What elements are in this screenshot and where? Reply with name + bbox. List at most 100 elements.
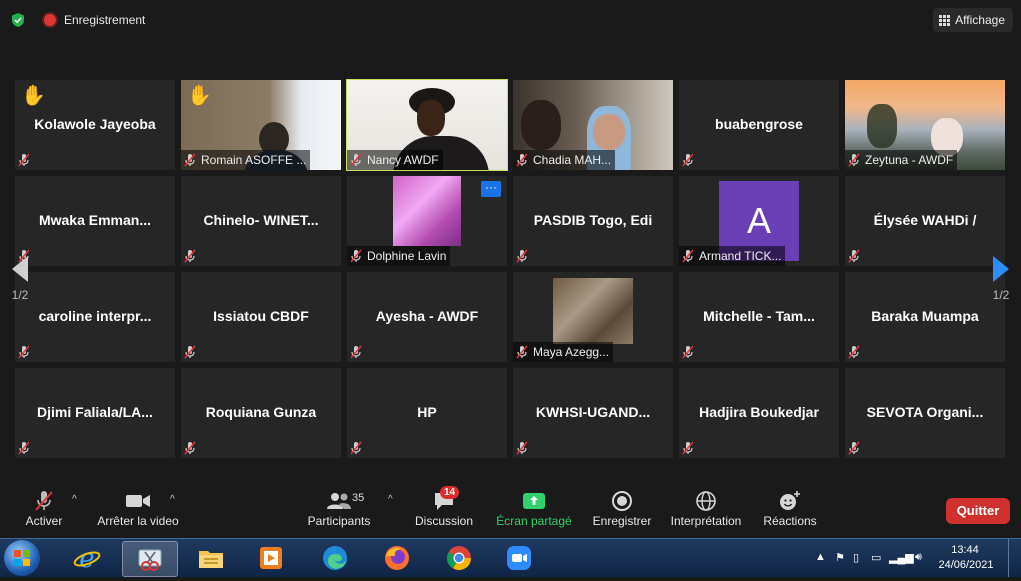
participant-tile[interactable]: PASDIB Togo, Edi <box>513 176 673 266</box>
participant-tile[interactable]: Roquiana Gunza <box>181 368 341 458</box>
svg-text:e: e <box>79 544 94 573</box>
reactions-button[interactable]: Réactions <box>762 488 818 528</box>
zoom-icon[interactable] <box>492 541 546 575</box>
participant-tile[interactable]: Zeytuna - AWDF <box>845 80 1005 170</box>
participant-tile[interactable]: SEVOTA Organi... <box>845 368 1005 458</box>
chat-bubble-icon: 14 <box>414 486 474 514</box>
windows-start-button[interactable] <box>4 540 40 576</box>
show-desktop-button[interactable] <box>1008 539 1021 577</box>
participant-tile[interactable]: Ayesha - AWDF <box>347 272 507 362</box>
participant-tile[interactable]: Mitchelle - Tam... <box>679 272 839 362</box>
windows-taskbar: e ▲ ⚑ ▯ ▭ ▂▄▆ 🔊︎ 13:44 24/06/2021 <box>0 538 1021 577</box>
clock-date[interactable]: 24/06/2021 <box>933 559 999 571</box>
microphone-muted-icon <box>681 441 695 455</box>
participant-tile[interactable]: HP <box>347 368 507 458</box>
participant-label <box>15 438 39 458</box>
microphone-muted-icon <box>183 441 197 455</box>
next-page-button[interactable]: 1/2 <box>981 228 1021 308</box>
participant-tile[interactable]: Djimi Faliala/LA... <box>15 368 175 458</box>
chrome-icon[interactable] <box>432 541 486 575</box>
leave-meeting-button[interactable]: Quitter <box>946 498 1010 524</box>
participant-tile[interactable]: Issiatou CBDF <box>181 272 341 362</box>
network-signal-icon[interactable]: ▂▄▆ <box>889 551 914 564</box>
action-center-flag-icon[interactable]: ⚑ <box>835 551 845 564</box>
participant-label-name: Romain ASOFFE ... <box>201 153 307 167</box>
participant-tile[interactable]: KWHSI-UGAND... <box>513 368 673 458</box>
previous-page-button[interactable]: 1/2 <box>0 228 40 308</box>
microphone-muted-icon <box>847 345 861 359</box>
edge-icon[interactable] <box>308 541 362 575</box>
participant-label <box>15 342 39 362</box>
participant-label: Zeytuna - AWDF <box>845 150 958 170</box>
participant-tile[interactable]: ··· Dolphine Lavin <box>347 176 507 266</box>
unmute-button[interactable]: Activer <box>22 488 66 528</box>
share-screen-label: Écran partagé <box>496 514 572 528</box>
participant-label <box>679 150 703 170</box>
share-screen-icon <box>494 488 574 514</box>
interpretation-label: Interprétation <box>670 514 742 528</box>
smiley-plus-icon <box>762 488 818 514</box>
security-shield-icon[interactable] <box>10 12 26 28</box>
microphone-muted-icon <box>22 488 66 514</box>
participant-video <box>553 278 633 344</box>
interpretation-button[interactable]: Interprétation <box>668 488 744 528</box>
participant-tile[interactable]: Chadia MAH... <box>513 80 673 170</box>
participant-label <box>347 438 371 458</box>
participant-tile[interactable]: Kolawole Jayeoba ✋ <box>15 80 175 170</box>
participant-name: KWHSI-UGAND... <box>535 404 651 420</box>
participant-label <box>679 438 703 458</box>
participant-label: Dolphine Lavin <box>347 246 451 266</box>
participant-name: SEVOTA Organi... <box>866 404 984 420</box>
participant-tile[interactable]: buabengrose <box>679 80 839 170</box>
video-options-caret[interactable]: ^ <box>170 494 175 505</box>
participant-label <box>513 246 537 266</box>
participant-label <box>679 342 703 362</box>
meeting-controls: Activer ^ Arrêter la video ^ 35 Particip… <box>0 484 1021 538</box>
participant-tile[interactable]: ✋ Romain ASOFFE ... <box>181 80 341 170</box>
participant-label <box>181 246 205 266</box>
participant-tile[interactable]: Nancy AWDF <box>346 79 508 171</box>
participant-tile[interactable]: A Armand TICK... <box>679 176 839 266</box>
recording-label: Enregistrement <box>64 13 146 27</box>
microphone-muted-icon <box>349 441 363 455</box>
view-button-label: Affichage <box>955 13 1005 27</box>
participant-name: Hadjira Boukedjar <box>699 404 819 420</box>
view-button[interactable]: Affichage <box>933 8 1013 32</box>
internet-explorer-icon[interactable]: e <box>60 541 114 575</box>
volume-icon[interactable]: 🔊︎ <box>915 551 922 564</box>
snipping-tool-icon[interactable] <box>122 541 178 577</box>
participant-name: Mitchelle - Tam... <box>703 308 815 324</box>
more-options-button[interactable]: ··· <box>481 181 501 197</box>
participants-button[interactable]: 35 Participants <box>306 488 372 528</box>
device-icon[interactable]: ▯ <box>853 551 859 564</box>
participants-count: 35 <box>352 492 365 504</box>
stop-video-button[interactable]: Arrêter la video <box>96 488 180 528</box>
show-hidden-icons-icon[interactable]: ▲ <box>815 551 826 563</box>
audio-options-caret[interactable]: ^ <box>72 494 77 505</box>
participant-label <box>181 438 205 458</box>
microphone-muted-icon <box>515 249 529 263</box>
participant-tile[interactable]: Chinelo- WINET... <box>181 176 341 266</box>
participant-tile[interactable]: Maya Azegg... <box>513 272 673 362</box>
firefox-icon[interactable] <box>370 541 424 575</box>
unmute-label: Activer <box>25 514 63 528</box>
page-indicator-left: 1/2 <box>11 288 29 302</box>
record-label: Enregistrer <box>592 514 652 528</box>
battery-icon[interactable]: ▭ <box>871 551 881 564</box>
participant-label <box>845 438 869 458</box>
clock-time[interactable]: 13:44 <box>935 544 995 556</box>
media-player-icon[interactable] <box>244 541 298 575</box>
file-explorer-icon[interactable] <box>184 541 238 575</box>
microphone-muted-icon <box>183 153 197 167</box>
windows-logo-icon <box>14 550 30 566</box>
participants-options-caret[interactable]: ^ <box>388 494 393 505</box>
participant-label-name: Chadia MAH... <box>533 153 612 167</box>
chat-button[interactable]: 14 Discussion <box>414 486 474 528</box>
participant-video <box>393 176 461 246</box>
raised-hand-icon: ✋ <box>21 85 46 107</box>
participant-label <box>15 150 39 170</box>
participant-label: Armand TICK... <box>679 246 786 266</box>
participant-tile[interactable]: Hadjira Boukedjar <box>679 368 839 458</box>
share-screen-button[interactable]: Écran partagé <box>494 488 574 528</box>
record-button[interactable]: Enregistrer <box>590 488 654 528</box>
